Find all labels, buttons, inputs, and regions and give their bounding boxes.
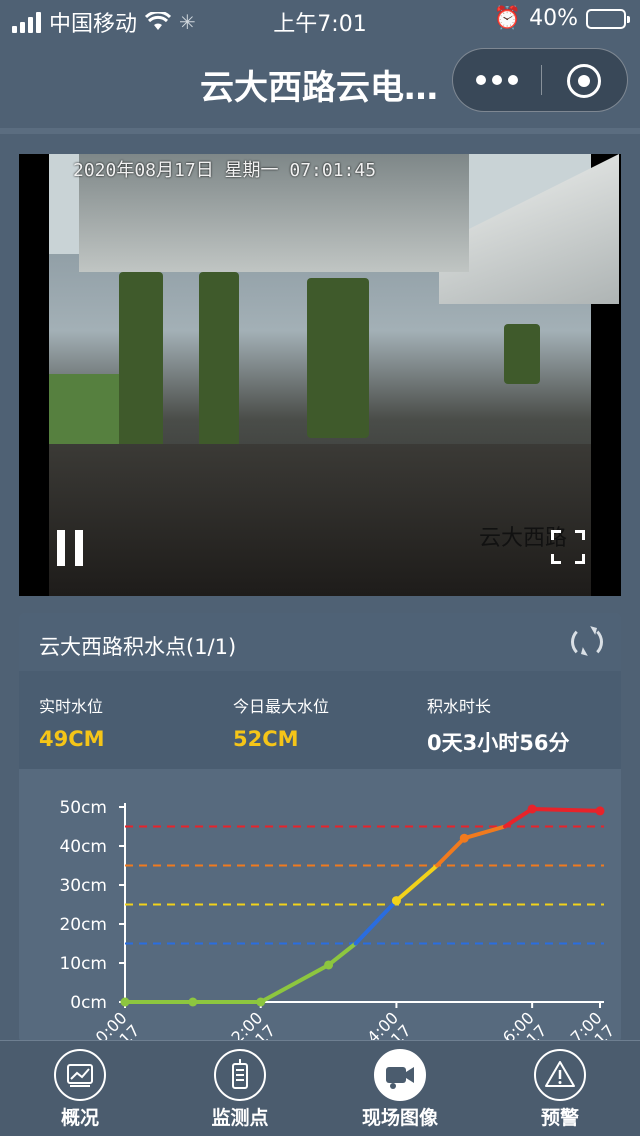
y-tick-label: 10cm [59,954,107,974]
fullscreen-icon[interactable] [551,530,585,564]
refresh-icon[interactable] [571,626,603,658]
sensor-icon [214,1049,266,1101]
series-segment [258,962,331,1004]
stat-duration: 积水时长 0天3小时56分 [427,693,569,757]
x-tick-label: 0:0017 [92,1008,144,1043]
tab-live-image[interactable]: 现场图像 [320,1041,480,1136]
series-segment [503,806,535,829]
camera-icon [374,1049,426,1101]
chart-svg: 50cm 40cm 30cm 20cm 10cm 0cm0:0017 2:0017 4:001… [59,798,619,1043]
close-miniprogram-button[interactable] [567,64,601,98]
water-level-chart: 50cm 40cm 30cm 20cm 10cm 0cm 0:00 17 2:00 17 4:00 1… [19,769,621,1043]
data-point [527,804,537,814]
y-tick-label: 0cm [70,993,107,1013]
stats-row: 实时水位 49CM 今日最大水位 52CM 积水时长 0天3小时56分 [19,671,621,769]
stat-current-level: 实时水位 49CM [39,693,105,751]
tab-overview[interactable]: 概况 [0,1041,160,1136]
tab-label: 预警 [540,1107,579,1129]
chart-icon [54,1049,106,1101]
data-point [256,997,266,1007]
tab-label: 概况 [60,1107,99,1129]
stat-value: 0天3小时56分 [427,731,570,755]
warning-icon [534,1049,586,1101]
x-tick-label: 6:0017 [499,1008,551,1043]
tab-monitor-points[interactable]: 监测点 [160,1041,320,1136]
stat-max-level: 今日最大水位 52CM [233,693,329,751]
card-title: 云大西路积水点(1/1) [39,635,237,659]
battery-percent: 40% [529,6,578,31]
card-header: 云大西路积水点(1/1) [19,613,621,671]
data-point [324,960,334,970]
series-segment [394,863,440,903]
y-tick-label: 30cm [59,876,107,896]
data-point [391,896,401,906]
x-tick-label: 2:0017 [228,1008,280,1043]
tab-warning[interactable]: 预警 [480,1041,640,1136]
series-segment [353,898,399,946]
y-tick-label: 20cm [59,915,107,935]
tab-label: 监测点 [211,1107,269,1129]
data-point [459,833,469,843]
battery-icon [586,8,630,29]
page-title: 云大西路云电… [200,68,438,108]
nav-divider [0,128,640,134]
status-right: ⏰ 40% [493,6,630,31]
series-segment [462,824,507,841]
stat-label: 实时水位 [39,697,104,716]
stat-value: 52CM [233,727,299,751]
series-segment [326,941,358,967]
series-segment [435,836,467,868]
data-point [595,806,605,816]
more-button[interactable] [453,49,541,111]
y-tick-label: 50cm [59,798,107,818]
video-player[interactable]: 2020年08月17日 星期一 07:01:45 云大西路 [19,154,621,596]
status-bar: 中国移动 ✳ 上午7:01 ⏰ 40% [0,0,640,40]
stat-label: 今日最大水位 [233,697,330,716]
miniprogram-capsule [452,48,628,112]
series-segment [530,806,602,813]
stat-value: 49CM [39,727,105,751]
alarm-icon: ⏰ [493,6,522,31]
stat-label: 积水时长 [427,697,492,716]
video-timestamp: 2020年08月17日 星期一 07:01:45 [73,160,377,181]
data-point [120,997,130,1007]
capsule-divider [541,65,542,95]
tab-bar: 概况 监测点 现场图像 预警 [0,1040,640,1136]
water-level-card: 云大西路积水点(1/1) 实时水位 49CM 今日最大水位 52CM 积水时长 … [19,613,621,1043]
tab-label: 现场图像 [361,1107,438,1129]
x-tick-label: 4:0017 [363,1008,415,1043]
nav-bar: 云大西路云电… [0,40,640,128]
x-tick-label: 7:0017 [567,1008,619,1043]
data-point [188,997,198,1007]
pause-button[interactable] [57,530,87,566]
y-tick-label: 40cm [59,837,107,857]
